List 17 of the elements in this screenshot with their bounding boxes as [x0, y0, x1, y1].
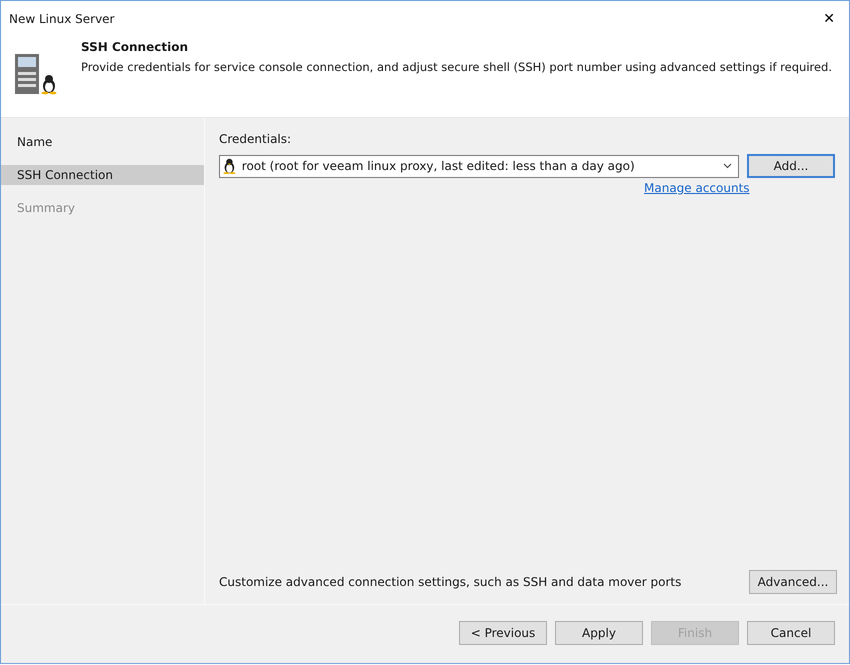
wizard-button[interactable]: Cancel: [747, 621, 835, 645]
wizard-step[interactable]: Name: [1, 132, 204, 152]
page-description: Provide credentials for service console connection, and adjust secure shell (SSH) port number using advanced settings if required.: [81, 60, 832, 74]
wizard-button[interactable]: Apply: [555, 621, 643, 645]
close-button[interactable]: ✕: [817, 10, 841, 26]
credentials-dropdown[interactable]: root (root for veeam linux proxy, last edited: less than a day ago): [219, 154, 739, 178]
advanced-description: Customize advanced connection settings, such as SSH and data mover ports: [219, 575, 682, 589]
wizard-button[interactable]: < Previous: [459, 621, 547, 645]
page-title: SSH Connection: [81, 40, 189, 54]
penguin-icon: [223, 158, 236, 174]
window-title: New Linux Server: [9, 12, 114, 26]
credentials-label: Credentials:: [219, 132, 292, 146]
manage-accounts-link[interactable]: Manage accounts: [644, 181, 837, 195]
chevron-icon: [723, 163, 732, 169]
wizard-step[interactable]: SSH Connection: [1, 165, 204, 185]
add-button[interactable]: Add...: [747, 154, 835, 178]
advanced-button[interactable]: Advanced...: [749, 570, 837, 594]
